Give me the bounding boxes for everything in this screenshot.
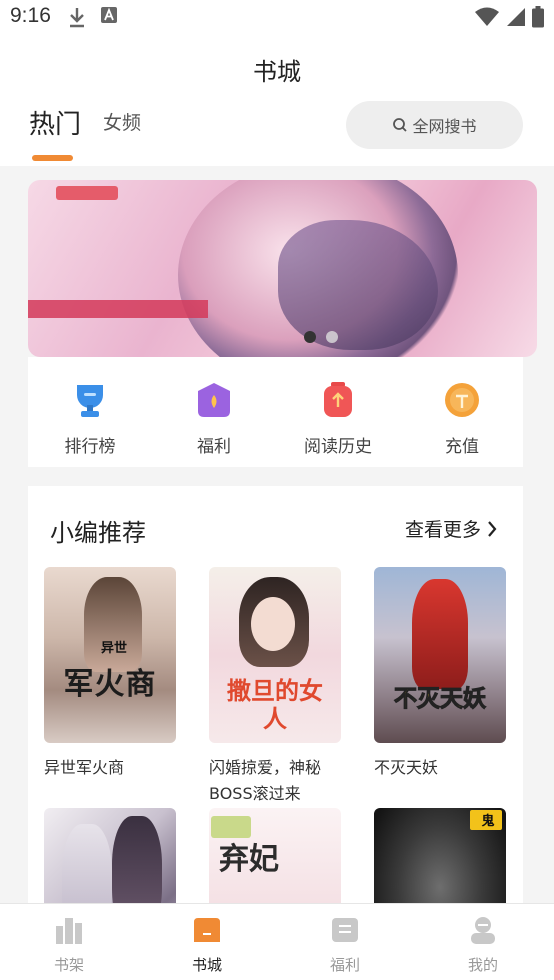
quick-links: 排行榜 福利 阅读历史 充值	[28, 357, 523, 467]
quick-link-label: 排行榜	[64, 437, 116, 457]
status-notifications	[68, 6, 118, 28]
cover-title: 撒旦的女人	[227, 677, 323, 733]
see-more-link[interactable]: 查看更多	[405, 515, 497, 542]
nav-label: 福利	[329, 956, 360, 974]
book-title: 闪婚掠爱，神秘BOSS滚过来	[209, 758, 322, 803]
cover-title: 弃妃	[219, 842, 279, 877]
nav-profile[interactable]: 我的	[414, 904, 552, 980]
quick-link-label: 充值	[445, 437, 479, 457]
bookshelf-icon	[56, 918, 82, 944]
section-title: 小编推荐	[50, 519, 146, 547]
app-notification-icon	[101, 7, 117, 23]
carousel-dot[interactable]	[326, 331, 338, 343]
history-icon	[324, 382, 352, 417]
banner-title-art	[28, 300, 208, 318]
cover-title: 军火商	[63, 667, 157, 702]
bookstore-icon	[194, 918, 220, 942]
chevron-right-icon	[488, 520, 497, 537]
carousel-dot-active[interactable]	[304, 331, 316, 343]
cover-figure	[412, 579, 468, 689]
see-more-label: 查看更多	[404, 519, 481, 541]
quick-link-label: 阅读历史	[304, 437, 372, 457]
download-icon	[70, 8, 84, 28]
trophy-icon	[77, 385, 103, 417]
status-bar: 9:16	[0, 0, 554, 34]
active-tab-indicator	[32, 155, 73, 161]
book-item[interactable]: 异世 军火商 异世军火商	[44, 567, 176, 781]
nav-bookstore[interactable]: 书城	[138, 904, 276, 980]
coin-icon	[445, 383, 479, 417]
quick-link-label: 福利	[197, 437, 231, 457]
cover-badge-text: 鬼	[481, 814, 495, 829]
battery-icon	[532, 6, 544, 28]
bottom-navigation: 书架 书城 福利 我的	[0, 903, 554, 980]
cover-subtitle: 异世	[100, 641, 127, 656]
book-title: 异世军火商	[44, 758, 125, 777]
quick-link-welfare[interactable]: 福利	[152, 357, 276, 467]
tab-female[interactable]: 女频	[103, 108, 141, 135]
cover-face	[251, 597, 295, 651]
editor-recommendations: 小编推荐 查看更多 异世 军火商 异世军火商 撒旦的女人 闪婚掠爱，神秘BOSS…	[28, 486, 523, 980]
nav-label: 我的	[467, 956, 498, 974]
signal-icon	[507, 8, 525, 26]
search-label: 全网搜书	[412, 117, 477, 136]
search-button[interactable]: 全网搜书	[346, 101, 523, 149]
nav-label: 书城	[191, 956, 222, 974]
banner-logo	[56, 186, 118, 200]
book-title: 不灭天妖	[374, 758, 439, 777]
nav-bookshelf[interactable]: 书架	[0, 904, 138, 980]
cover-title: 不灭天妖	[394, 686, 487, 713]
bookstore-header: 书城 热门 女频 全网搜书	[0, 34, 554, 166]
status-system-icons	[474, 6, 544, 28]
page-title: 书城	[253, 58, 301, 86]
tab-hot[interactable]: 热门	[29, 104, 81, 141]
quick-link-history[interactable]: 阅读历史	[276, 357, 400, 467]
book-item[interactable]: 不灭天妖 不灭天妖	[374, 567, 506, 781]
book-cover: 撒旦的女人	[209, 567, 341, 743]
book-cover: 异世 军火商	[44, 567, 176, 743]
book-cover: 不灭天妖	[374, 567, 506, 743]
banner-carousel[interactable]	[28, 180, 537, 357]
search-icon	[393, 118, 408, 132]
quick-link-recharge[interactable]: 充值	[400, 357, 524, 467]
nav-welfare[interactable]: 福利	[276, 904, 414, 980]
wifi-icon	[475, 7, 499, 26]
gift-icon	[198, 383, 230, 417]
profile-icon	[471, 917, 495, 944]
quick-link-ranking[interactable]: 排行榜	[28, 357, 152, 467]
book-item[interactable]: 撒旦的女人 闪婚掠爱，神秘BOSS滚过来	[209, 567, 341, 807]
nav-label: 书架	[53, 956, 84, 974]
cover-figure	[84, 577, 142, 672]
welfare-icon	[332, 918, 358, 942]
status-time: 9:16	[10, 4, 51, 27]
